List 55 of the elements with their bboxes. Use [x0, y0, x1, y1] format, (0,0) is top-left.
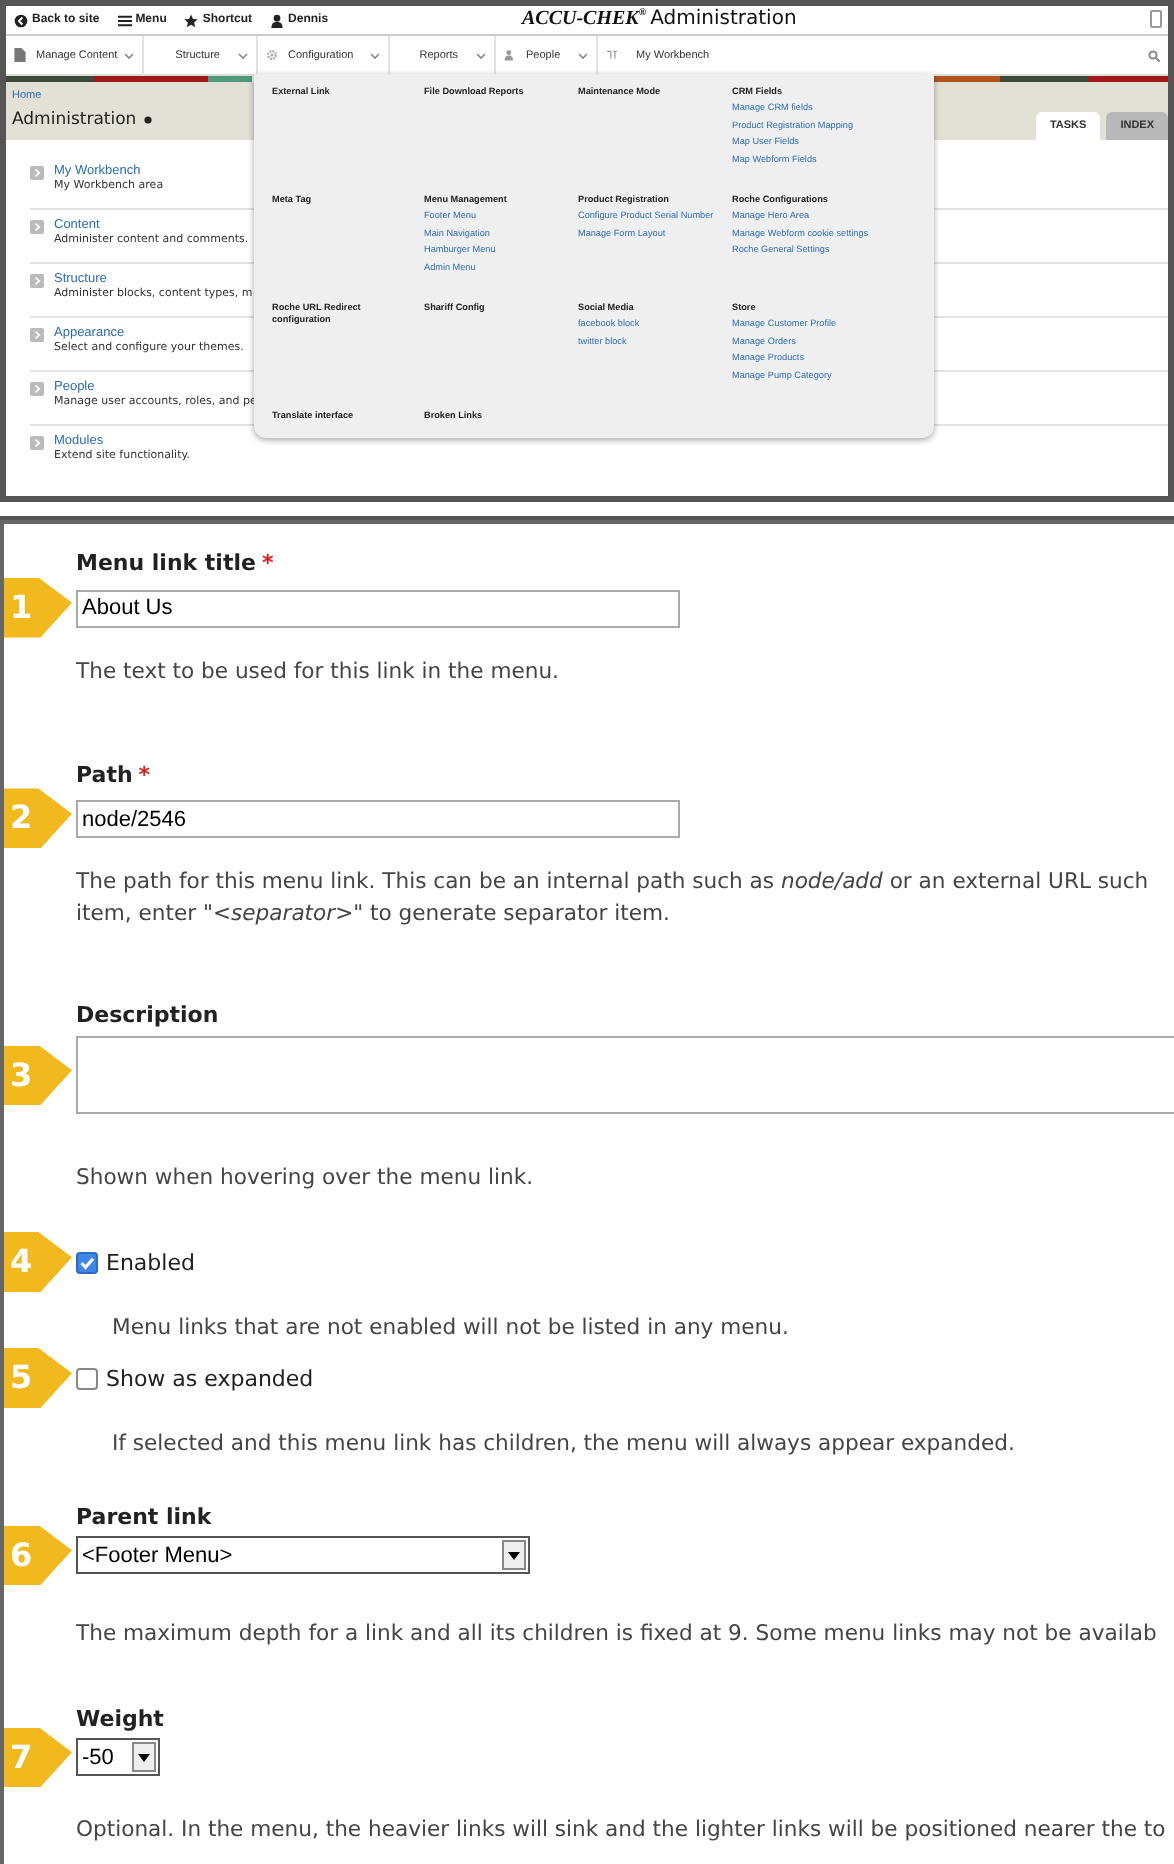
gear-icon	[266, 48, 278, 62]
expand-arrow-icon[interactable]	[30, 328, 44, 342]
checkbox[interactable]	[76, 1251, 98, 1273]
expand-arrow-icon[interactable]	[30, 382, 44, 396]
chevron-icon[interactable]	[124, 51, 134, 59]
field-label: Parent link	[76, 1504, 212, 1534]
field-label: Weight	[76, 1706, 164, 1736]
field-description: Optional. In the menu, the heavier links will sink and the lighter links will be positioned nearer the to	[76, 1814, 1168, 1846]
field-description: item, enter "<separator>" to generate separator item.	[76, 898, 672, 930]
field-description: Menu links that are not enabled will not be listed in any menu.	[112, 1312, 791, 1344]
chevron-icon[interactable]	[238, 51, 248, 59]
callout-marker: 7	[4, 1727, 72, 1787]
search-icon[interactable]	[1148, 49, 1160, 61]
field-label: Menu link title	[76, 550, 256, 580]
window-title: Administration	[650, 8, 797, 30]
star-icon	[184, 13, 199, 27]
expand-arrow-icon[interactable]	[30, 436, 44, 450]
chevron-icon[interactable]	[476, 51, 486, 59]
checkbox[interactable]	[76, 1367, 98, 1389]
field-label: Description	[76, 1002, 219, 1032]
field-description: The maximum depth for a link and all its children is fixed at 9. Some menu links may not be availab	[76, 1618, 1159, 1650]
expand-arrow-icon[interactable]	[30, 220, 44, 234]
expand-arrow-icon[interactable]	[30, 166, 44, 180]
callout-marker: 6	[4, 1525, 72, 1585]
brand-logo: ACCU-CHEK$^{®}$	[522, 8, 647, 30]
callout-marker: 3	[4, 1045, 72, 1105]
field-description: Shown when hovering over the menu link.	[76, 1162, 536, 1194]
select-dropdown[interactable]: -50	[76, 1738, 160, 1776]
description-textarea[interactable]	[76, 1036, 1174, 1114]
required-mark: *	[261, 550, 274, 580]
callout-marker: 1	[4, 577, 72, 638]
person-icon	[504, 48, 516, 62]
chevron-icon[interactable]	[370, 51, 380, 59]
page-title: Administration	[12, 110, 137, 130]
field-description: The text to be used for this link in the menu.	[76, 655, 561, 687]
back-icon	[14, 13, 28, 27]
checkbox-label: Enabled	[106, 1249, 195, 1275]
field-description: The path for this menu link. This can be an internal path such as node/add or an external URL such	[76, 866, 1151, 898]
document-icon	[14, 48, 26, 62]
edit-toggle-icon[interactable]	[144, 116, 153, 124]
text-field[interactable]: node/2546	[76, 800, 680, 838]
callout-marker: 2	[4, 788, 72, 849]
callout-marker: 5	[4, 1348, 72, 1408]
expand-arrow-icon[interactable]	[30, 274, 44, 288]
field-description: If selected and this menu link has children, the menu will always appear expanded.	[112, 1428, 1017, 1460]
field-label: Path	[76, 761, 133, 791]
menu-icon	[117, 13, 132, 27]
text-field[interactable]: About Us	[76, 589, 680, 627]
select-dropdown[interactable]: <Footer Menu>	[76, 1536, 530, 1574]
chevron-icon[interactable]	[578, 51, 588, 59]
checkbox-label: Show as expanded	[106, 1365, 314, 1391]
required-mark: *	[138, 761, 151, 791]
device-icon[interactable]	[1150, 10, 1162, 28]
callout-marker: 4	[4, 1232, 72, 1292]
user-icon	[270, 13, 285, 27]
